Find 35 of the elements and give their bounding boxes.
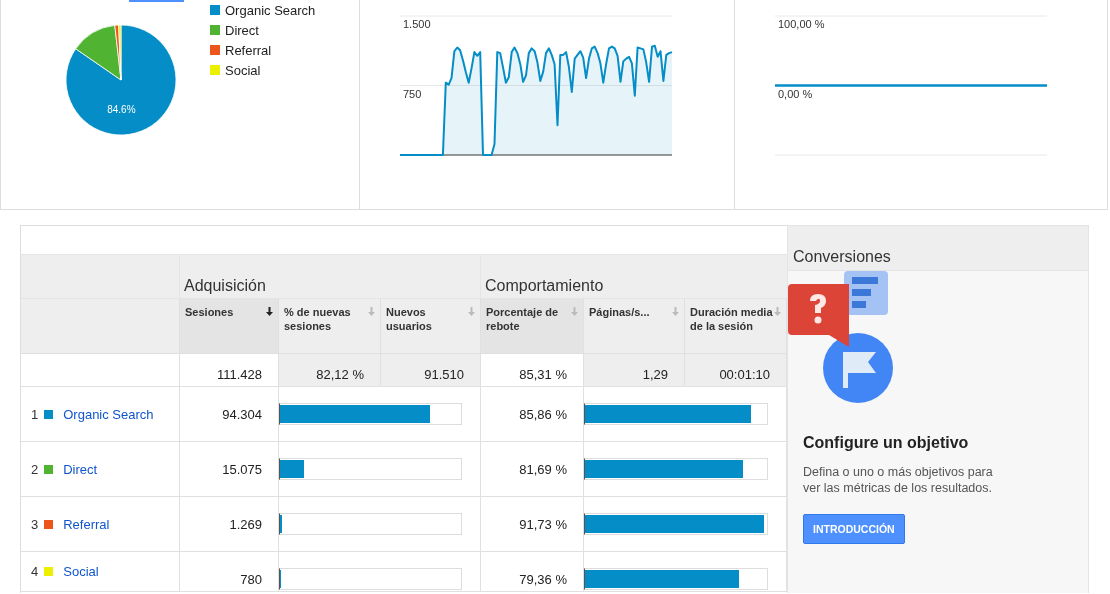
column-group-heading: Adquisición: [180, 255, 481, 299]
legend-label: Referral: [225, 42, 272, 58]
total-value: 82,12 %: [279, 354, 381, 387]
panel-description: Defina o uno o más objetivos para ver las métricas de los resultados.: [803, 464, 994, 496]
legend-label: Organic Search: [225, 2, 316, 18]
row-number: 4: [31, 564, 39, 579]
axis-tick-label: 1.500: [403, 18, 431, 30]
axis-tick-label: 100,00 %: [778, 18, 825, 30]
column-group-heading: Comportamiento: [481, 255, 787, 299]
channel-link[interactable]: Direct: [63, 461, 98, 477]
total-value: 85,31 %: [481, 354, 584, 387]
column-header[interactable]: Duración media de la sesión: [685, 299, 787, 354]
column-header[interactable]: Páginas/s...: [584, 299, 685, 354]
total-value: 00:01:10: [685, 354, 787, 387]
channel-link[interactable]: Referral: [63, 516, 110, 532]
column-header[interactable]: Nuevos usuarios: [381, 299, 481, 354]
panel-heading: Configure un objetivo: [803, 434, 970, 452]
axis-tick-label: 0,00 %: [778, 87, 813, 100]
legend-label: Social: [225, 62, 261, 78]
row-number: 2: [31, 461, 39, 477]
total-value: 91.510: [381, 354, 481, 387]
panel-title: Conversiones: [788, 226, 1088, 271]
axis-tick-label: 750: [403, 87, 422, 100]
channel-link[interactable]: Social: [63, 564, 99, 579]
column-header[interactable]: Sesiones: [180, 299, 279, 354]
column-header[interactable]: Porcentaje de rebote: [481, 299, 584, 354]
total-value: 111.428: [180, 354, 279, 387]
slice-label: 84.6%: [107, 104, 136, 115]
total-value: 1,29: [584, 354, 685, 387]
row-number: 1: [31, 406, 39, 422]
column-header[interactable]: % de nuevas sesiones: [279, 299, 381, 354]
legend-label: Direct: [225, 22, 259, 38]
selected-tab-underline[interactable]: [129, 0, 184, 2]
row-number: 3: [31, 516, 39, 532]
channel-link[interactable]: Organic Search: [63, 406, 154, 422]
